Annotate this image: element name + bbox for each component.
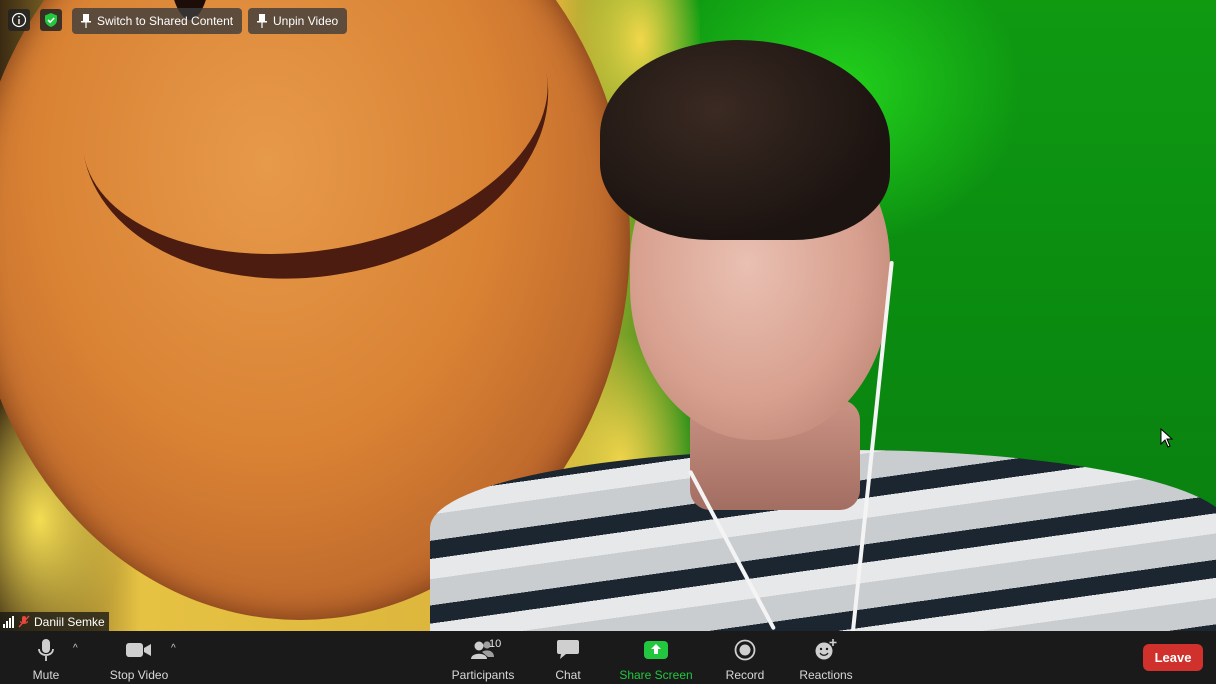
stop-video-button[interactable]: Stop Video [108, 631, 170, 684]
leave-button[interactable]: Leave [1143, 644, 1203, 671]
mute-label: Mute [32, 668, 60, 682]
mute-button[interactable]: Mute [28, 631, 64, 684]
video-options-chevron-up-icon[interactable]: ^ [171, 643, 176, 654]
stop-video-label: Stop Video [109, 668, 169, 682]
unpin-label: Unpin Video [273, 14, 339, 28]
signal-bars-icon [3, 615, 14, 628]
record-icon [734, 637, 756, 663]
participant-name-tag: Daniil Semke [0, 612, 109, 631]
chat-label: Chat [555, 668, 581, 682]
record-label: Record [725, 668, 765, 682]
pin-icon [81, 14, 91, 28]
muted-mic-icon [18, 615, 30, 628]
video-feed [0, 0, 1216, 631]
microphone-icon [36, 637, 56, 663]
participants-button[interactable]: 10 Participants [451, 631, 515, 684]
participants-count: 10 [489, 638, 502, 650]
security-shield-icon[interactable] [40, 9, 62, 31]
meeting-toolbar: Mute ^ Stop Video ^ 10 Participants Chat… [0, 631, 1216, 684]
chat-bubble-icon [556, 637, 580, 663]
switch-label: Switch to Shared Content [97, 14, 234, 28]
info-icon[interactable] [8, 9, 30, 31]
video-camera-icon [126, 637, 152, 663]
participant-name: Daniil Semke [34, 614, 105, 629]
record-button[interactable]: Record [725, 631, 765, 684]
participant-video [430, 40, 1216, 631]
share-screen-label: Share Screen [619, 668, 693, 682]
switch-to-shared-content-button[interactable]: Switch to Shared Content [72, 8, 243, 34]
pin-icon [257, 14, 267, 28]
emoji-add-icon [814, 637, 838, 663]
reactions-button[interactable]: Reactions [799, 631, 853, 684]
share-screen-button[interactable]: Share Screen [619, 631, 693, 684]
share-screen-icon [643, 637, 669, 663]
mouse-cursor-icon [1160, 428, 1174, 448]
audio-options-chevron-up-icon[interactable]: ^ [73, 643, 78, 654]
chat-button[interactable]: Chat [553, 631, 583, 684]
reactions-label: Reactions [799, 668, 853, 682]
participants-label: Participants [451, 668, 515, 682]
unpin-video-button[interactable]: Unpin Video [248, 8, 348, 34]
participants-icon: 10 [463, 637, 503, 663]
